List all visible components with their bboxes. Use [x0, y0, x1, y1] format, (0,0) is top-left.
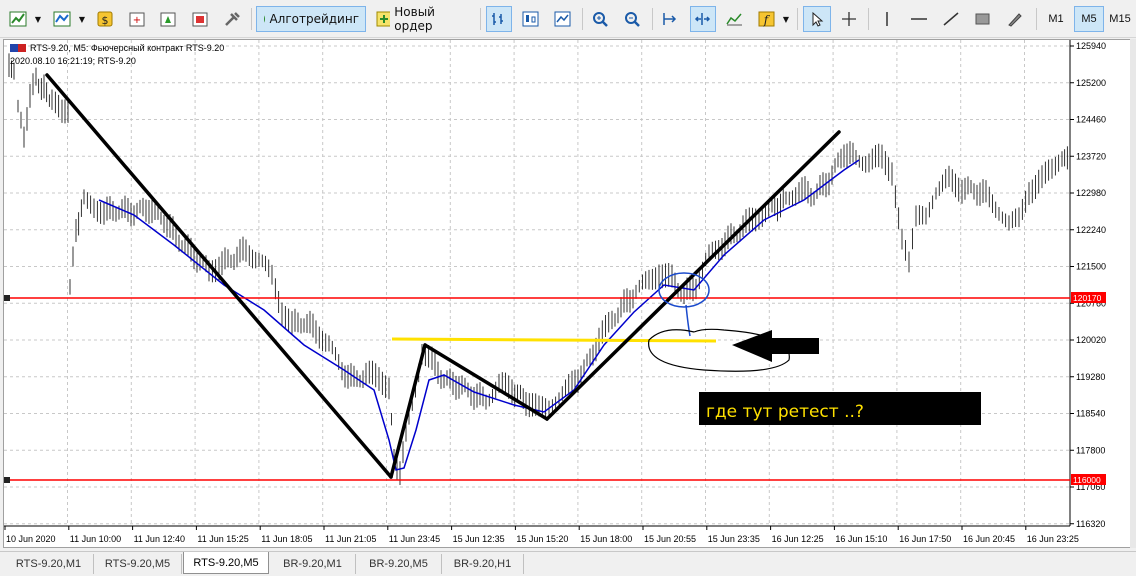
- time-label: 10 Jun 2020: [6, 534, 56, 544]
- time-label: 15 Jun 12:35: [453, 534, 505, 544]
- chart-title-text: RTS-9.20, M5: Фьючерсный контракт RTS-9.…: [30, 43, 225, 53]
- annotation-text: где тут ретест ..?: [706, 402, 864, 422]
- svg-text:+: +: [133, 15, 141, 26]
- tab-br-m5[interactable]: BR-9.20,M5: [356, 554, 442, 574]
- new-order-label: Новый ордер: [394, 5, 435, 33]
- price-label: 125940: [1076, 41, 1106, 51]
- market-watch-icon[interactable]: $: [93, 6, 119, 32]
- navigator-icon[interactable]: [156, 6, 182, 32]
- price-label: 117800: [1076, 445, 1105, 455]
- tab-rts-m1[interactable]: RTS-9.20,M1: [4, 554, 94, 574]
- time-label: 11 Jun 21:05: [325, 534, 376, 544]
- zoom-out-icon[interactable]: [620, 6, 646, 32]
- algotrading-button[interactable]: Алготрейдинг: [256, 6, 366, 32]
- timeframe-m5-button[interactable]: M5: [1074, 6, 1104, 32]
- profiles-dropdown-icon[interactable]: ▼: [77, 6, 87, 32]
- strategy-tester-icon[interactable]: [220, 6, 246, 32]
- level-lower-handle: [4, 477, 10, 483]
- time-label: 15 Jun 23:35: [708, 534, 760, 544]
- trendline-down: [45, 73, 393, 479]
- rectangle-icon[interactable]: [970, 6, 996, 32]
- right-scroll-strip[interactable]: [1130, 39, 1136, 548]
- indicators-icon[interactable]: [722, 6, 748, 32]
- price-label: 119280: [1076, 372, 1105, 382]
- annotation-arrow: [732, 330, 819, 362]
- price-label: 116320: [1076, 519, 1105, 529]
- price-label: 122240: [1076, 225, 1106, 235]
- candlestick-chart-icon[interactable]: [518, 6, 544, 32]
- zoom-in-icon[interactable]: [588, 6, 614, 32]
- time-label: 11 Jun 12:40: [134, 534, 185, 544]
- new-order-icon: [376, 11, 391, 27]
- price-label: 121500: [1076, 262, 1106, 272]
- algotrading-label: Алготрейдинг: [269, 12, 359, 26]
- vertical-line-icon[interactable]: [874, 6, 900, 32]
- price-label: 118540: [1076, 409, 1105, 419]
- new-chart-icon[interactable]: [6, 6, 32, 32]
- crosshair-icon[interactable]: [836, 6, 862, 32]
- time-label: 11 Jun 18:05: [261, 534, 312, 544]
- time-label: 11 Jun 10:00: [70, 534, 121, 544]
- chart-shift-icon[interactable]: [658, 6, 684, 32]
- autoscroll-icon[interactable]: [690, 6, 716, 32]
- function-icon[interactable]: f: [754, 6, 780, 32]
- chart-tabs-bar: RTS-9.20,M1 RTS-9.20,M5 RTS-9.20,M5 BR-9…: [0, 551, 1136, 576]
- time-label: 16 Jun 17:50: [899, 534, 951, 544]
- tab-rts-m5-active[interactable]: RTS-9.20,M5: [183, 552, 269, 574]
- timeframe-m1-button[interactable]: M1: [1042, 6, 1070, 32]
- yellow-level-line: [391, 337, 717, 343]
- metatrader-window: ▼ ▼ $ + Алготрейдинг Новый ордер f ▼ M1 …: [0, 0, 1136, 576]
- flag-icon: [10, 44, 26, 52]
- time-label: 11 Jun 23:45: [389, 534, 440, 544]
- chart-window[interactable]: 125940 125200 124460 123720 122980 122240 1215…: [3, 39, 1133, 548]
- profiles-icon[interactable]: [50, 6, 76, 32]
- tab-br-h1[interactable]: BR-9.20,H1: [442, 554, 524, 574]
- time-label: 11 Jun 15:25: [197, 534, 248, 544]
- time-label: 16 Jun 23:25: [1027, 534, 1079, 544]
- level-upper-price: 120170: [1073, 293, 1102, 303]
- time-label: 15 Jun 20:55: [644, 534, 696, 544]
- time-label: 16 Jun 15:10: [835, 534, 887, 544]
- chart-title: RTS-9.20, M5: Фьючерсный контракт RTS-9.…: [10, 43, 224, 53]
- new-order-button[interactable]: Новый ордер: [370, 5, 474, 33]
- tab-br-m1[interactable]: BR-9.20,M1: [270, 554, 356, 574]
- price-label: 124460: [1076, 115, 1106, 125]
- new-chart-dropdown-icon[interactable]: ▼: [33, 6, 43, 32]
- trendline-up-long: [545, 130, 841, 421]
- level-lower-price: 116000: [1073, 475, 1101, 485]
- time-label: 16 Jun 20:45: [963, 534, 1015, 544]
- level-upper-handle: [4, 295, 10, 301]
- time-label: 15 Jun 15:20: [516, 534, 568, 544]
- cursor-icon[interactable]: [803, 6, 831, 32]
- function-dropdown-icon[interactable]: ▼: [781, 6, 791, 32]
- time-label: 15 Jun 18:00: [580, 534, 632, 544]
- price-label: 125200: [1076, 78, 1106, 88]
- timeframe-m15-button[interactable]: M15: [1106, 6, 1134, 32]
- algotrading-icon: [264, 14, 266, 24]
- horizontal-line-icon[interactable]: [906, 6, 932, 32]
- trendline-icon[interactable]: [938, 6, 964, 32]
- price-label: 123720: [1076, 151, 1106, 161]
- chart-subtitle: 2020.08.10 16:21:19; RTS-9.20: [10, 56, 136, 66]
- data-window-icon[interactable]: +: [125, 6, 151, 32]
- drawing-tools-icon[interactable]: [1002, 6, 1028, 32]
- price-label: 122980: [1076, 188, 1106, 198]
- main-toolbar: ▼ ▼ $ + Алготрейдинг Новый ордер f ▼ M1 …: [0, 0, 1136, 38]
- svg-text:$: $: [102, 14, 109, 27]
- price-chart[interactable]: 125940 125200 124460 123720 122980 122240 1215…: [4, 40, 1132, 547]
- bar-chart-icon[interactable]: [486, 6, 512, 32]
- time-label: 16 Jun 12:25: [772, 534, 824, 544]
- tab-rts-m5[interactable]: RTS-9.20,M5: [94, 554, 182, 574]
- line-chart-icon[interactable]: [550, 6, 576, 32]
- price-label: 120020: [1076, 335, 1106, 345]
- toolbox-icon[interactable]: [188, 6, 214, 32]
